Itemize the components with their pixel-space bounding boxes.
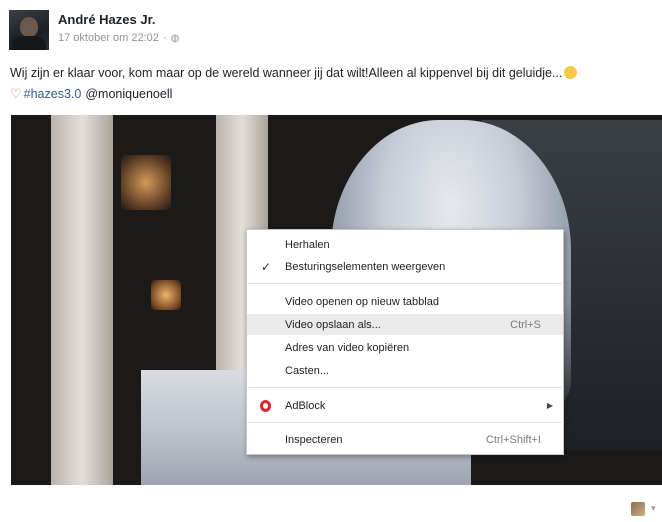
- menu-item-show-controls[interactable]: ✓ Besturingselementen weergeven: [247, 256, 563, 277]
- menu-item-label: Besturingselementen weergeven: [285, 260, 446, 273]
- menu-item-label: AdBlock: [285, 399, 326, 412]
- mention-link[interactable]: @moniquenoell: [85, 87, 172, 101]
- smiley-emoji-icon: [564, 66, 578, 79]
- menu-item-inspect[interactable]: Inspecteren Ctrl+Shift+I: [247, 429, 563, 450]
- menu-item-label: Video opslaan als...: [285, 318, 381, 331]
- hashtag-link[interactable]: #hazes3.0: [24, 87, 82, 101]
- author-name[interactable]: André Hazes Jr.: [58, 12, 156, 27]
- video-scene-pillar-left: [51, 115, 113, 485]
- post-body: Wij zijn er klaar voor, kom maar op de w…: [10, 66, 563, 80]
- post-timestamp[interactable]: 17 oktober om 22:02: [58, 32, 159, 44]
- menu-item-label: Casten...: [285, 364, 330, 377]
- menu-separator: [248, 283, 562, 284]
- menu-item-adblock[interactable]: AdBlock ▶: [247, 395, 563, 416]
- menu-item-loop[interactable]: Herhalen: [247, 234, 563, 255]
- menu-item-copy-video-address[interactable]: Adres van video kopiëren: [247, 337, 563, 358]
- commenter-avatar[interactable]: [631, 502, 645, 516]
- menu-item-open-new-tab[interactable]: Video openen op nieuw tabblad: [247, 291, 563, 312]
- arrow-right-icon: ▶: [546, 401, 553, 410]
- post-meta: 17 oktober om 22:02 · ◍: [58, 32, 179, 44]
- chevron-down-icon[interactable]: ▾: [651, 503, 656, 514]
- menu-item-label: Adres van video kopiëren: [285, 341, 410, 354]
- menu-item-save-video[interactable]: Video opslaan als... Ctrl+S: [247, 314, 563, 335]
- menu-separator: [248, 387, 562, 388]
- avatar[interactable]: [9, 10, 49, 50]
- globe-icon[interactable]: ◍: [171, 33, 180, 44]
- avatar-shoulders: [12, 36, 46, 50]
- check-icon: ✓: [261, 259, 272, 274]
- menu-item-label: Herhalen: [285, 238, 330, 251]
- menu-item-label: Video openen op nieuw tabblad: [285, 295, 439, 308]
- menu-item-shortcut: Ctrl+S: [510, 318, 541, 331]
- video-scene-light: [121, 155, 171, 210]
- post-tags: ♡ #hazes3.0 @moniquenoell: [10, 85, 172, 103]
- menu-item-label: Inspecteren: [285, 433, 343, 446]
- opera-icon: [260, 399, 271, 412]
- menu-item-shortcut: Ctrl+Shift+I: [485, 433, 541, 446]
- menu-separator: [248, 422, 562, 423]
- heart-icon: ♡: [10, 86, 22, 101]
- menu-item-cast[interactable]: Casten...: [247, 360, 563, 381]
- meta-separator: ·: [162, 32, 167, 44]
- post-text: Wij zijn er klaar voor, kom maar op de w…: [10, 63, 660, 83]
- video-scene-candle: [151, 280, 181, 310]
- context-menu: Herhalen ✓ Besturingselementen weergeven…: [246, 229, 564, 455]
- avatar-head: [20, 17, 38, 37]
